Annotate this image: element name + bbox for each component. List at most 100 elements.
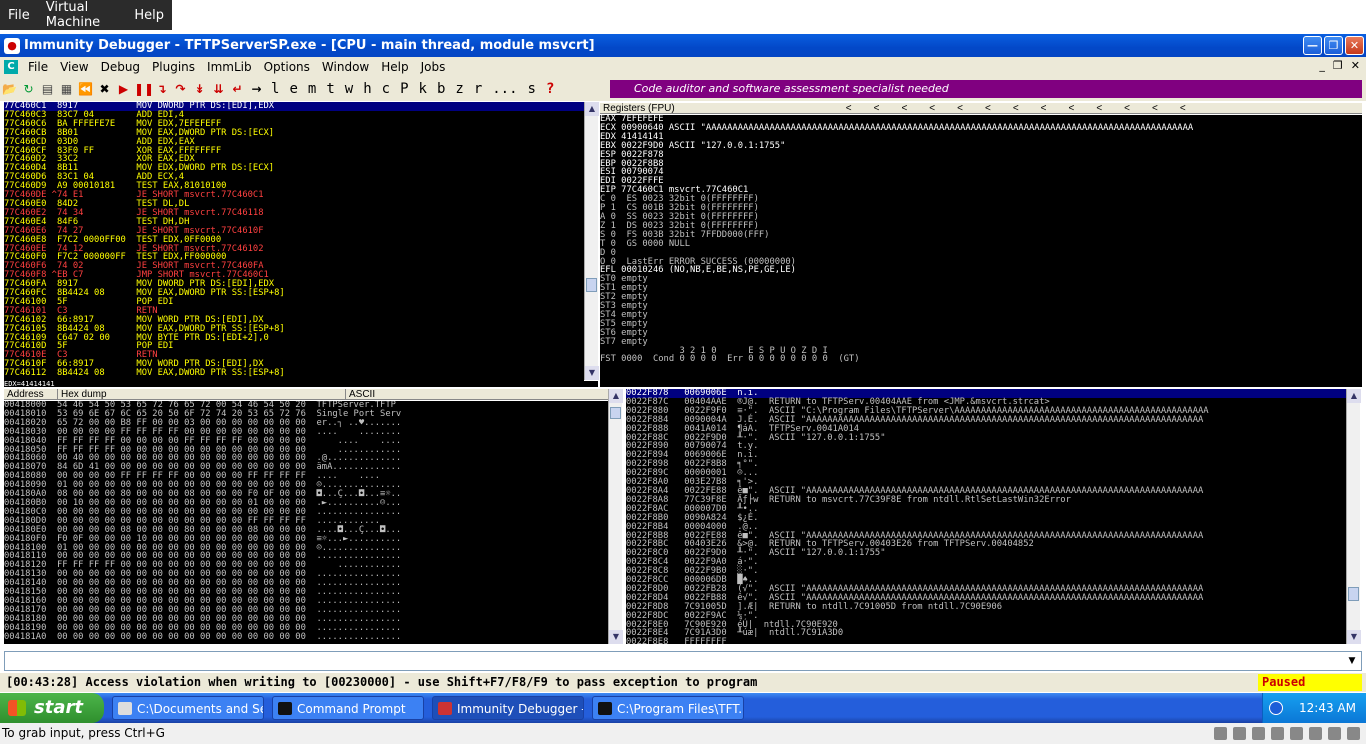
toolbar-z[interactable]: z	[450, 81, 468, 97]
display-icon[interactable]	[1347, 727, 1360, 740]
toolbar-m[interactable]: m	[303, 81, 321, 97]
cdrom-icon[interactable]	[1233, 727, 1246, 740]
task-immunity-debugger[interactable]: Immunity Debugger - ...	[432, 696, 584, 720]
step-into-icon[interactable]: ↴	[153, 80, 170, 98]
register-line[interactable]: ST6 empty	[600, 328, 1362, 338]
disassembly-scrollbar[interactable]: ▲ ▼	[584, 102, 599, 380]
dump-scroll-down-icon[interactable]: ▼	[609, 630, 623, 644]
network-icon[interactable]	[1271, 727, 1284, 740]
stack-scrollbar[interactable]: ▲ ▼	[1346, 389, 1361, 644]
mdi-close-icon[interactable]: ✕	[1351, 59, 1360, 72]
menu-jobs[interactable]: Jobs	[415, 60, 452, 74]
dump-col-address[interactable]: Address	[4, 389, 58, 400]
dump-scroll-up-icon[interactable]: ▲	[609, 389, 623, 403]
disassembly-pane[interactable]: 77C460C1 8917 MOV DWORD PTR DS:[EDI],EDX…	[4, 102, 584, 382]
trace-into-icon[interactable]: ↡	[191, 80, 208, 98]
menu-help[interactable]: Help	[375, 60, 414, 74]
scroll-up-icon[interactable]: ▲	[585, 102, 599, 116]
stack-scroll-down-icon[interactable]: ▼	[1347, 630, 1361, 644]
menu-immlib[interactable]: ImmLib	[201, 60, 258, 74]
close-process-icon[interactable]: ▤	[39, 80, 56, 98]
attach-icon[interactable]: ▦	[58, 80, 75, 98]
stack-row[interactable]: 0022F8E4 7C91A3D0 ╨úæ| ntdll.7C91A3D0	[626, 629, 1346, 638]
toolbar-b[interactable]: b	[432, 81, 450, 97]
register-line[interactable]: ST1 empty	[600, 284, 1362, 293]
restart-icon[interactable]: ↻	[20, 80, 37, 98]
toolbar-help[interactable]: ?	[541, 81, 559, 97]
register-line[interactable]: T 0 GS 0000 NULL	[600, 239, 1362, 249]
toolbar-e[interactable]: e	[284, 81, 302, 97]
register-line[interactable]: S 0 FS 003B 32bit 7FFDD000(FFF)	[600, 230, 1362, 240]
register-line[interactable]: EFL 00010246 (NO,NB,E,BE,NS,PE,GE,LE)	[600, 266, 1362, 275]
menu-plugins[interactable]: Plugins	[146, 60, 201, 74]
dump-scrollbar[interactable]: ▲ ▼	[608, 389, 623, 644]
dump-pane[interactable]: 00418000 54 46 54 50 53 65 72 76 65 72 0…	[4, 401, 608, 644]
stop-icon[interactable]: ✖	[96, 80, 113, 98]
execute-till-return-icon[interactable]: ↵	[229, 80, 246, 98]
dump-scroll-thumb[interactable]	[610, 407, 621, 419]
toolbar-t[interactable]: t	[321, 81, 339, 97]
register-line[interactable]: ST5 empty	[600, 319, 1362, 329]
task-documents[interactable]: C:\Documents and Se...	[112, 696, 264, 720]
register-line[interactable]: ECX 00900640 ASCII "AAAAAAAAAAAAAAAAAAAA…	[600, 124, 1362, 133]
maximize-button[interactable]: ❐	[1324, 36, 1343, 55]
close-button[interactable]: ✕	[1345, 36, 1364, 55]
register-line[interactable]: ST0 empty	[600, 275, 1362, 284]
scroll-down-icon[interactable]: ▼	[585, 366, 599, 380]
goto-icon[interactable]: →	[248, 80, 265, 98]
register-line[interactable]: ST3 empty	[600, 302, 1362, 311]
toolbar-r[interactable]: r	[469, 81, 487, 97]
start-button[interactable]: start	[0, 693, 104, 723]
register-line[interactable]: ST2 empty	[600, 293, 1362, 302]
minimize-button[interactable]: —	[1303, 36, 1322, 55]
task-command-prompt[interactable]: Command Prompt	[272, 696, 424, 720]
command-input[interactable]: ▼	[4, 651, 1362, 671]
register-line[interactable]: ESI 00790074	[600, 168, 1362, 177]
mdi-restore-icon[interactable]: ❐	[1333, 59, 1343, 72]
scroll-thumb[interactable]	[586, 278, 597, 292]
dump-row[interactable]: 004181A0 00 00 00 00 00 00 00 00 00 00 0…	[4, 632, 608, 642]
tray-expand-icon[interactable]	[1269, 701, 1283, 715]
menu-window[interactable]: Window	[316, 60, 375, 74]
toolbar-s[interactable]: s	[523, 81, 541, 97]
usb-icon[interactable]	[1290, 727, 1303, 740]
menu-file[interactable]: File	[22, 60, 54, 74]
hdd-icon[interactable]	[1214, 727, 1227, 740]
ad-banner[interactable]: Code auditor and software assessment spe…	[610, 80, 1362, 98]
dump-col-ascii[interactable]: ASCII	[346, 389, 506, 400]
printer-icon[interactable]	[1328, 727, 1341, 740]
task-program-files[interactable]: C:\Program Files\TFT...	[592, 696, 744, 720]
toolbar-h[interactable]: h	[358, 81, 376, 97]
cpu-window-icon[interactable]: C	[4, 60, 18, 74]
dump-col-hex[interactable]: Hex dump	[58, 389, 346, 400]
register-line[interactable]: EBP 0022F8B8	[600, 159, 1362, 169]
stack-scroll-thumb[interactable]	[1348, 587, 1359, 601]
stack-scroll-up-icon[interactable]: ▲	[1347, 389, 1361, 403]
floppy-icon[interactable]	[1252, 727, 1265, 740]
register-line[interactable]: ST4 empty	[600, 311, 1362, 320]
register-line[interactable]: ESP 0022F878	[600, 150, 1362, 160]
step-over-icon[interactable]: ↷	[172, 80, 189, 98]
register-line[interactable]: FST 0000 Cond 0 0 0 0 Err 0 0 0 0 0 0 0 …	[600, 355, 1362, 364]
disassembly-line[interactable]: 77C46112 8B4424 08 MOV EAX,DWORD PTR SS:…	[4, 369, 584, 378]
vm-menu-help[interactable]: Help	[126, 8, 172, 23]
clock[interactable]: 12:43 AM	[1299, 701, 1356, 715]
menu-view[interactable]: View	[54, 60, 94, 74]
open-icon[interactable]: 📂	[1, 80, 18, 98]
toolbar-k[interactable]: k	[414, 81, 432, 97]
run-icon[interactable]: ▶	[115, 80, 132, 98]
vm-menu-file[interactable]: File	[0, 8, 38, 23]
pause-icon[interactable]: ❚❚	[134, 80, 154, 98]
toolbar-l[interactable]: l	[266, 81, 284, 97]
register-line[interactable]: EBX 0022F9D0 ASCII "127.0.0.1:1755"	[600, 141, 1362, 151]
toolbar-ellipsis[interactable]: ...	[487, 81, 522, 97]
menu-options[interactable]: Options	[258, 60, 316, 74]
stack-pane[interactable]: 0022F878 0069006E n.i. 0022F87C 00404AAE …	[626, 389, 1346, 644]
toolbar-w[interactable]: w	[340, 81, 358, 97]
sound-icon[interactable]	[1309, 727, 1322, 740]
registers-pane[interactable]: EAX 7EFEFEFE ECX 00900640 ASCII "AAAAAAAA…	[600, 115, 1362, 387]
menu-debug[interactable]: Debug	[95, 60, 146, 74]
trace-over-icon[interactable]: ⇊	[210, 80, 227, 98]
rewind-icon[interactable]: ⏪	[77, 80, 94, 98]
mdi-minimize-icon[interactable]: _	[1319, 59, 1325, 72]
